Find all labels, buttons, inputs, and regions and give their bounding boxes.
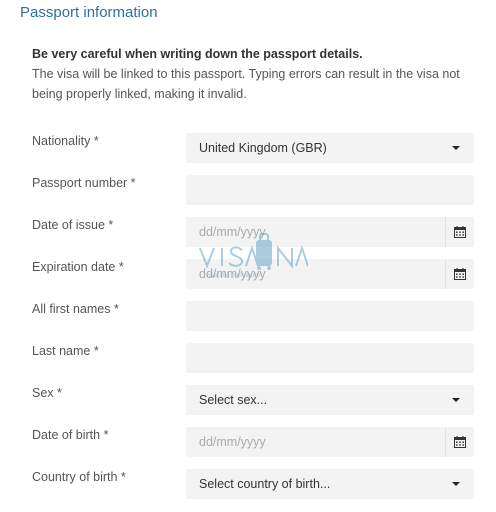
- date-of-birth-placeholder: dd/mm/yyyy: [199, 435, 266, 449]
- row-date-of-birth: Date of birth * dd/mm/yyyy: [0, 426, 496, 458]
- calendar-icon: [454, 436, 466, 448]
- expiration-date-input[interactable]: dd/mm/yyyy: [186, 259, 474, 289]
- row-date-of-issue: Date of issue * dd/mm/yyyy: [0, 216, 496, 248]
- sex-select[interactable]: Select sex...: [186, 385, 474, 415]
- expiration-date-label: Expiration date *: [32, 260, 124, 274]
- chevron-down-icon: [452, 482, 460, 486]
- country-of-birth-placeholder: Select country of birth...: [199, 477, 331, 491]
- sex-placeholder: Select sex...: [199, 393, 268, 407]
- last-name-input[interactable]: [186, 343, 474, 373]
- first-names-input[interactable]: [186, 301, 474, 331]
- calendar-icon: [454, 268, 466, 280]
- nationality-value: United Kingdom (GBR): [199, 141, 327, 155]
- row-passport-number: Passport number *: [0, 174, 496, 206]
- chevron-down-icon: [452, 146, 460, 150]
- warning-text: The visa will be linked to this passport…: [32, 67, 460, 101]
- expiration-date-placeholder: dd/mm/yyyy: [199, 267, 266, 281]
- first-names-label: All first names *: [32, 302, 119, 316]
- row-sex: Sex * Select sex...: [0, 384, 496, 416]
- date-of-birth-input[interactable]: dd/mm/yyyy: [186, 427, 474, 457]
- sex-label: Sex *: [32, 386, 62, 400]
- nationality-select[interactable]: United Kingdom (GBR): [186, 133, 474, 163]
- date-of-issue-placeholder: dd/mm/yyyy: [199, 225, 266, 239]
- row-first-names: All first names *: [0, 300, 496, 332]
- date-of-issue-input[interactable]: dd/mm/yyyy: [186, 217, 474, 247]
- last-name-label: Last name *: [32, 344, 99, 358]
- country-of-birth-select[interactable]: Select country of birth...: [186, 469, 474, 499]
- country-of-birth-label: Country of birth *: [32, 470, 126, 484]
- date-of-issue-label: Date of issue *: [32, 218, 114, 232]
- row-nationality: Nationality * United Kingdom (GBR): [0, 132, 496, 164]
- warning-notice: Be very careful when writing down the pa…: [32, 44, 482, 104]
- passport-form: Passport information Be very careful whe…: [0, 0, 496, 512]
- section-title: Passport information: [20, 4, 158, 21]
- nationality-label: Nationality *: [32, 134, 99, 148]
- date-of-issue-calendar-button[interactable]: [445, 217, 474, 247]
- passport-number-input[interactable]: [186, 175, 474, 205]
- calendar-icon: [454, 226, 466, 238]
- passport-number-label: Passport number *: [32, 176, 136, 190]
- expiration-date-calendar-button[interactable]: [445, 259, 474, 289]
- warning-bold-line: Be very careful when writing down the pa…: [32, 47, 363, 61]
- row-country-of-birth: Country of birth * Select country of bir…: [0, 468, 496, 500]
- date-of-birth-label: Date of birth *: [32, 428, 109, 442]
- row-last-name: Last name *: [0, 342, 496, 374]
- row-expiration-date: Expiration date * dd/mm/yyyy: [0, 258, 496, 290]
- date-of-birth-calendar-button[interactable]: [445, 427, 474, 457]
- chevron-down-icon: [452, 398, 460, 402]
